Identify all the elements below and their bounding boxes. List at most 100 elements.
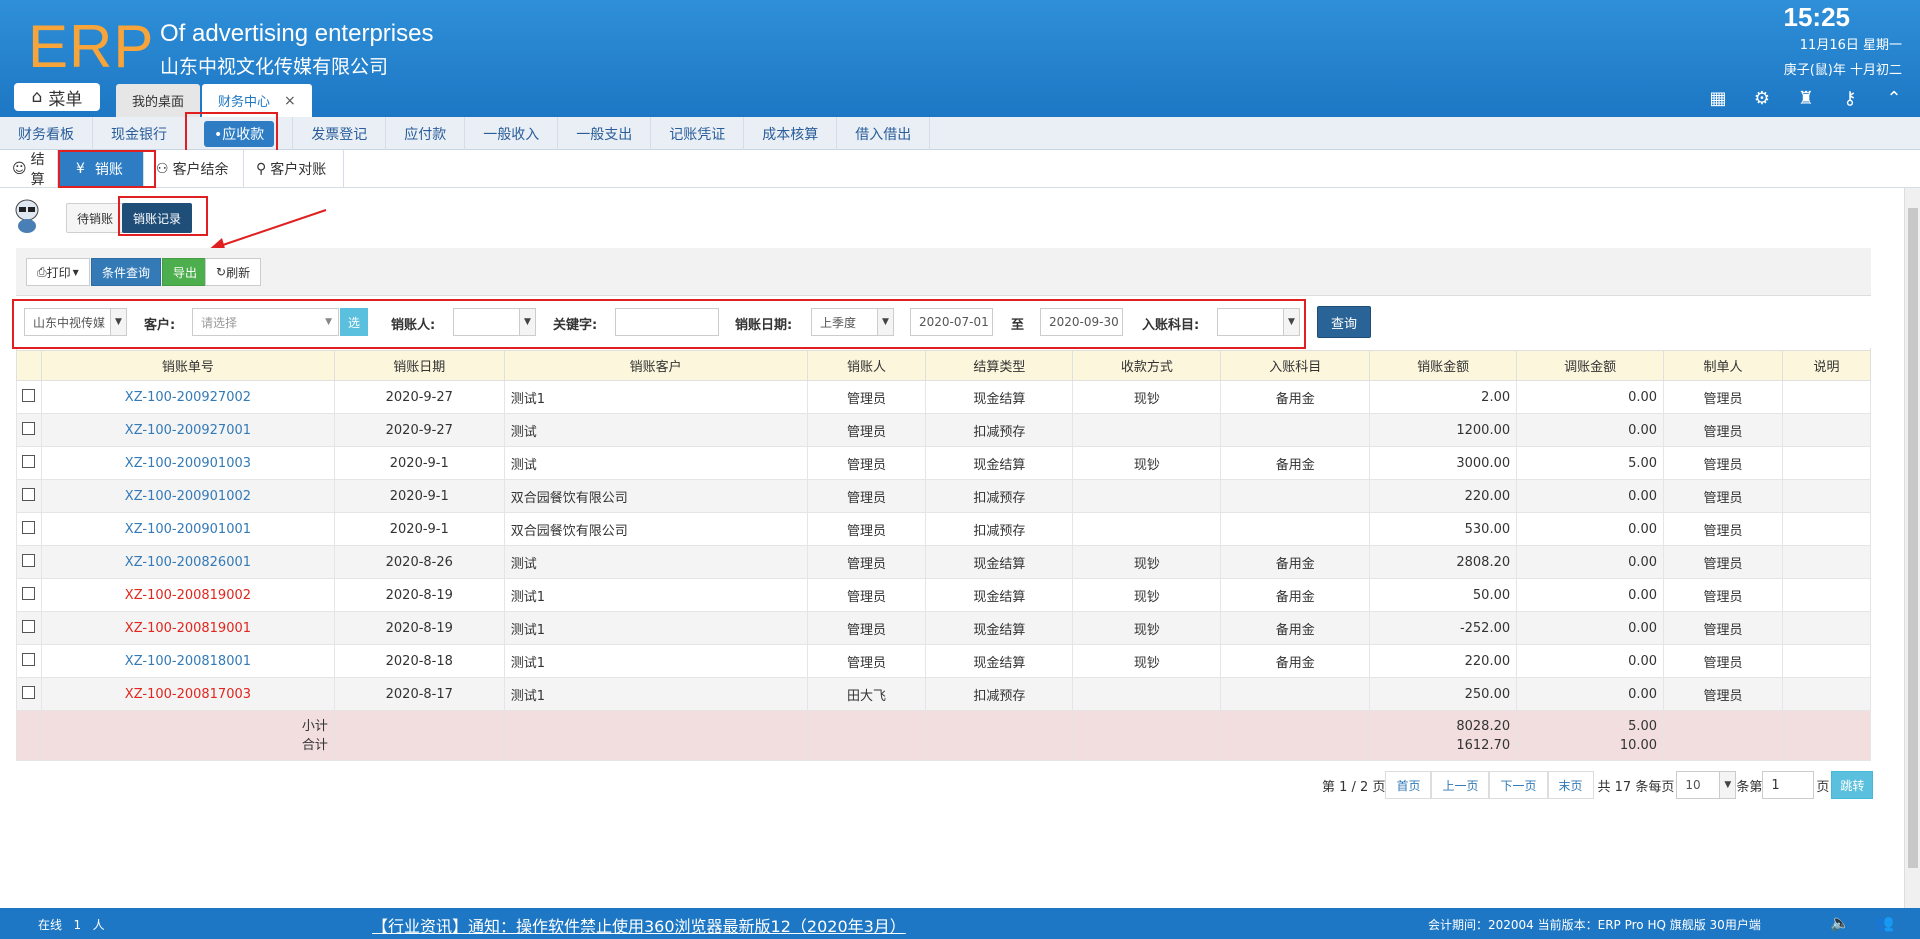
cell-maker: 管理员: [1663, 413, 1783, 447]
write-off-number-link[interactable]: XZ-100-200826001: [125, 555, 251, 570]
nav-invoice-register[interactable]: 发票登记: [293, 117, 387, 150]
write-off-number-link[interactable]: XZ-100-200818001: [125, 654, 251, 669]
print-button[interactable]: ⎙ 打印 ▼: [26, 258, 90, 286]
table-row[interactable]: XZ-100-200901001 2020-9-1 双合园餐饮有限公司 管理员 扣减预存…: [16, 512, 1872, 546]
column-header[interactable]: 制单人: [1663, 350, 1783, 381]
next-page-button[interactable]: 下一页: [1489, 771, 1548, 799]
nav-cash-bank[interactable]: 现金银行: [93, 117, 186, 150]
keyword-input[interactable]: [615, 308, 719, 336]
nav-finance-board[interactable]: 财务看板: [0, 117, 93, 150]
chevron-up-icon[interactable]: ⌃: [1884, 88, 1904, 109]
column-header[interactable]: 销账客户: [503, 350, 808, 381]
nav-general-expense[interactable]: 一般支出: [558, 117, 652, 150]
cell-date: 2020-9-27: [333, 380, 505, 414]
write-off-records-button[interactable]: 销账记录: [122, 203, 193, 233]
customer-label: 客户:: [144, 318, 176, 333]
subtab-write-off[interactable]: ¥ 销账: [58, 150, 144, 188]
row-checkbox[interactable]: [22, 685, 36, 699]
write-off-number-link[interactable]: XZ-100-200901002: [125, 489, 251, 504]
account-select[interactable]: ▼: [1217, 308, 1300, 336]
choose-customer-button[interactable]: 选: [340, 308, 368, 336]
tab-finance-center[interactable]: 财务中心 ×: [202, 84, 312, 117]
salesman-select[interactable]: ▼: [453, 308, 536, 336]
write-off-number-link[interactable]: XZ-100-200817003: [125, 687, 251, 702]
date-from-input[interactable]: 2020-07-01: [910, 308, 993, 336]
row-checkbox[interactable]: [22, 454, 36, 468]
query-button[interactable]: 查询: [1317, 306, 1371, 338]
write-off-number-link[interactable]: XZ-100-200819002: [125, 588, 251, 603]
table-row[interactable]: XZ-100-200817003 2020-8-17 测试1 田大飞 扣减预存 250.0…: [16, 677, 1872, 711]
close-icon[interactable]: ×: [284, 93, 296, 109]
go-button[interactable]: 跳转: [1831, 771, 1874, 799]
row-checkbox[interactable]: [22, 388, 36, 402]
nav-receivables[interactable]: •应收款: [186, 117, 294, 150]
column-header[interactable]: 结算类型: [925, 350, 1074, 381]
condition-query-button[interactable]: 条件查询: [91, 258, 162, 286]
write-off-number-link[interactable]: XZ-100-200901001: [125, 522, 251, 537]
column-header[interactable]: 销账人: [806, 350, 927, 381]
subtab-customer-balance[interactable]: ⚇ 客户结余: [144, 150, 244, 188]
gear-icon[interactable]: ⚙: [1752, 88, 1772, 109]
pending-write-off-button[interactable]: 待销账: [66, 203, 125, 233]
filter-bar: 山东中视传媒 ▼ 客户: 请选择 ▼ 选 销账人: ▼ 关键字: 销账日期: 上…: [16, 296, 1871, 348]
row-checkbox[interactable]: [22, 520, 36, 534]
grid-add-icon[interactable]: ▦: [1708, 88, 1728, 109]
refresh-button[interactable]: ↻ 刷新: [205, 258, 262, 286]
version-info: 会计期间：202004 当前版本：ERP Pro HQ 旗舰版 30用户端: [1428, 918, 1761, 932]
write-off-number-link[interactable]: XZ-100-200927001: [125, 423, 251, 438]
table-row[interactable]: XZ-100-200819001 2020-8-19 测试1 管理员 现金结算 现钞 备用金…: [16, 611, 1872, 645]
column-header[interactable]: 销账金额: [1369, 350, 1518, 381]
menu-button[interactable]: ⌂ 菜单: [14, 83, 100, 111]
cell-account: [1220, 512, 1371, 546]
subtab-settlement[interactable]: ☺ 结算: [0, 150, 58, 188]
table-row[interactable]: XZ-100-200927001 2020-9-27 测试 管理员 扣减预存 1200.0…: [16, 413, 1872, 447]
write-off-number-link[interactable]: XZ-100-200927002: [125, 390, 251, 405]
column-header[interactable]: 收款方式: [1072, 350, 1222, 381]
nav-borrow-lend[interactable]: 借入借出: [837, 117, 931, 150]
period-select[interactable]: 上季度 ▼: [811, 308, 894, 336]
row-checkbox[interactable]: [22, 487, 36, 501]
column-header[interactable]: 入账科目: [1220, 350, 1371, 381]
speaker-icon[interactable]: 🔈: [1830, 913, 1850, 932]
row-checkbox[interactable]: [22, 619, 36, 633]
column-header[interactable]: 销账日期: [333, 350, 505, 381]
column-header[interactable]: 说明: [1781, 350, 1872, 381]
company-select[interactable]: 山东中视传媒 ▼: [24, 308, 127, 336]
table-row[interactable]: XZ-100-200927002 2020-9-27 测试1 管理员 现金结算 现钞 备用金…: [16, 380, 1872, 414]
column-header[interactable]: 销账单号: [40, 350, 335, 381]
write-off-number-link[interactable]: XZ-100-200901003: [125, 456, 251, 471]
table-row[interactable]: XZ-100-200826001 2020-8-26 测试 管理员 现金结算 现钞 备用金 2…: [16, 545, 1872, 579]
customer-select[interactable]: 请选择 ▼: [192, 308, 339, 336]
table-row[interactable]: XZ-100-200901002 2020-9-1 双合园餐饮有限公司 管理员 扣减预存…: [16, 479, 1872, 513]
per-page-select[interactable]: 10 ▼: [1676, 771, 1737, 799]
last-page-button[interactable]: 末页: [1547, 771, 1594, 799]
nav-vouchers[interactable]: 记账凭证: [651, 117, 745, 150]
users-icon[interactable]: 👥: [1874, 913, 1894, 932]
date-to-input[interactable]: 2020-09-30: [1040, 308, 1123, 336]
tab-my-desktop[interactable]: 我的桌面: [116, 84, 201, 117]
scroll-thumb[interactable]: [1908, 208, 1918, 868]
subtab-customer-reconcile[interactable]: ⚲ 客户对账: [244, 150, 344, 188]
table-row[interactable]: XZ-100-200819002 2020-8-19 测试1 管理员 现金结算 现钞 备用金…: [16, 578, 1872, 612]
export-button[interactable]: 导出: [162, 258, 209, 286]
row-checkbox[interactable]: [22, 553, 36, 567]
news-ticker[interactable]: 【行业资讯】通知：操作软件禁止使用360浏览器最新版12（2020年3月）: [372, 913, 906, 937]
nav-cost-accounting[interactable]: 成本核算: [744, 117, 838, 150]
nav-payables[interactable]: 应付款: [386, 117, 466, 150]
cell-amount: 3000.00: [1369, 446, 1518, 480]
column-header[interactable]: 调账金额: [1516, 350, 1665, 381]
row-checkbox[interactable]: [22, 586, 36, 600]
key-icon[interactable]: ⚷: [1840, 88, 1860, 109]
goto-page-input[interactable]: 1: [1762, 771, 1815, 799]
row-checkbox[interactable]: [22, 421, 36, 435]
row-checkbox[interactable]: [22, 652, 36, 666]
table-row[interactable]: XZ-100-200901003 2020-9-1 测试 管理员 现金结算 现钞 备用金 30…: [16, 446, 1872, 480]
sub-tabs: ☺ 结算 ¥ 销账 ⚇ 客户结余 ⚲ 客户对账: [0, 150, 1920, 188]
nav-general-income[interactable]: 一般收入: [465, 117, 559, 150]
prev-page-button[interactable]: 上一页: [1431, 771, 1490, 799]
vertical-scrollbar[interactable]: [1904, 188, 1920, 908]
shirt-icon[interactable]: ♜: [1796, 88, 1816, 109]
first-page-button[interactable]: 首页: [1385, 771, 1432, 799]
table-row[interactable]: XZ-100-200818001 2020-8-18 测试1 管理员 现金结算 现钞 备用金…: [16, 644, 1872, 678]
write-off-number-link[interactable]: XZ-100-200819001: [125, 621, 251, 636]
